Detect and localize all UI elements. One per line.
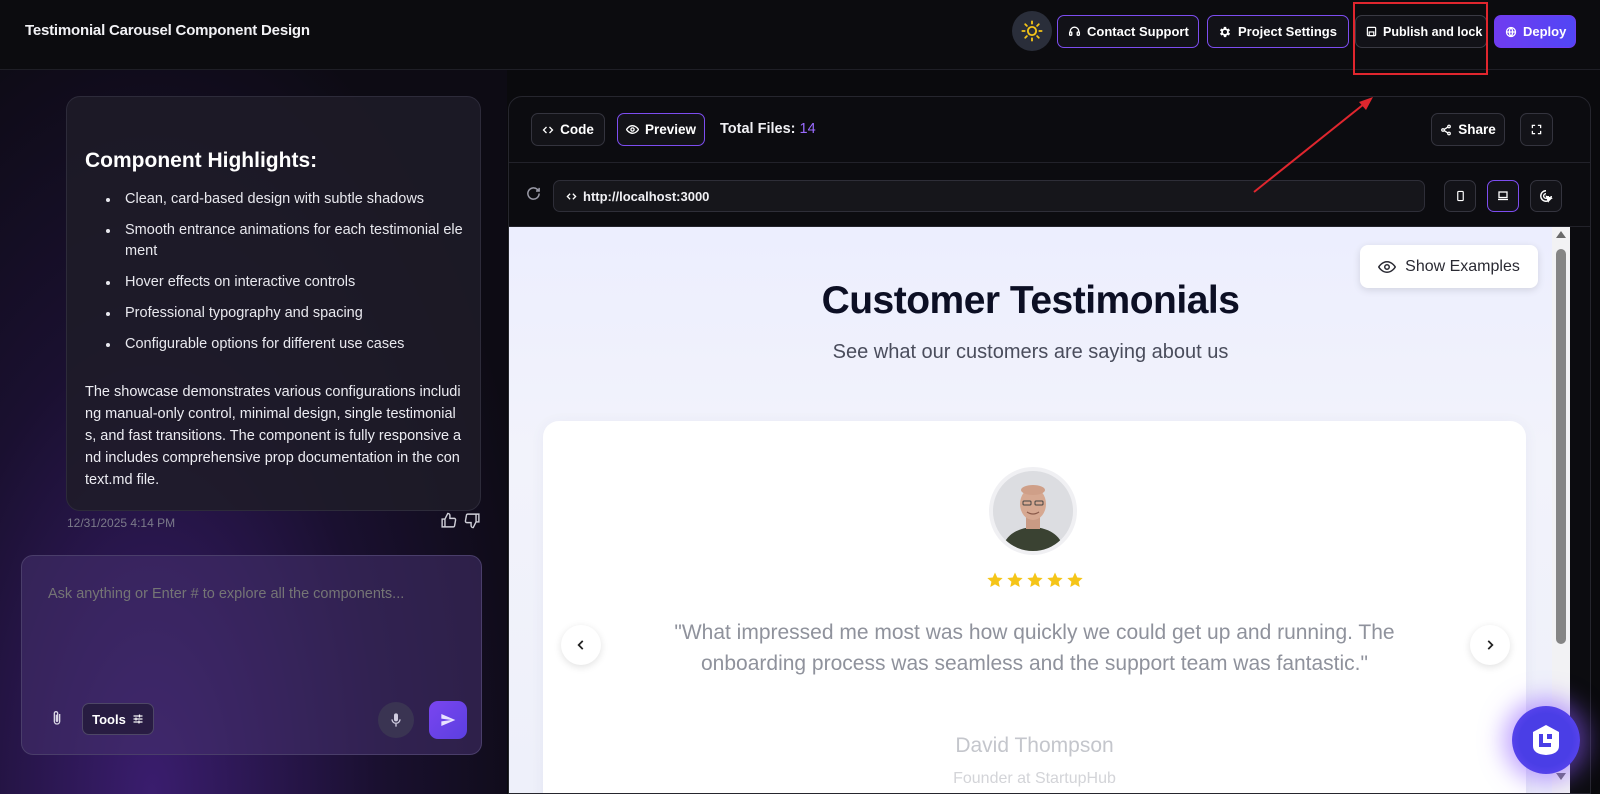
reload-icon[interactable]	[526, 186, 541, 201]
author-name: David Thompson	[955, 734, 1114, 757]
sliders-icon	[133, 714, 143, 724]
preview-tab[interactable]: Preview	[617, 113, 705, 146]
send-button[interactable]	[429, 701, 467, 739]
preview-toolbar: Code Preview Total Files: 14 Share	[509, 97, 1590, 163]
star-icon	[986, 572, 1003, 588]
highlights-list: Clean, card-based design with subtle sha…	[85, 189, 465, 365]
total-files-count: 14	[799, 121, 816, 137]
list-item: Clean, card-based design with subtle sha…	[85, 189, 465, 210]
desktop-view-button[interactable]	[1487, 180, 1519, 212]
list-item: Hover effects on interactive controls	[85, 272, 465, 293]
assistant-message: Component Highlights: Clean, card-based …	[66, 96, 481, 511]
chevron-left-icon	[577, 640, 584, 650]
star-icon	[1006, 572, 1023, 588]
url-bar-row: http://localhost:3000	[509, 163, 1590, 227]
scroll-down-arrow[interactable]	[1556, 773, 1566, 780]
publish-and-lock-label: Publish and lock	[1383, 24, 1483, 39]
star-icon	[1046, 572, 1063, 588]
mobile-view-button[interactable]	[1444, 180, 1476, 212]
assistant-launcher-button[interactable]	[1512, 706, 1580, 774]
chat-panel: Component Highlights: Clean, card-based …	[0, 70, 507, 794]
headset-icon	[1068, 26, 1081, 36]
preview-tab-label: Preview	[644, 122, 697, 137]
eye-icon	[625, 125, 639, 134]
component-highlights-heading: Component Highlights:	[85, 149, 318, 172]
publish-and-lock-button[interactable]: Publish and lock	[1355, 15, 1487, 48]
fullscreen-icon	[1531, 124, 1542, 135]
carousel-prev-button[interactable]	[561, 625, 601, 665]
thumbs-down-icon[interactable]	[464, 512, 481, 529]
microphone-icon	[391, 713, 401, 727]
carousel-next-button[interactable]	[1470, 625, 1510, 665]
tools-label: Tools	[92, 711, 126, 727]
share-button[interactable]: Share	[1431, 113, 1505, 146]
author-role: Founder at StartupHub	[953, 770, 1116, 787]
top-header: Testimonial Carousel Component Design Co…	[0, 0, 1600, 70]
site-preview: Show Examples Customer Testimonials See …	[509, 227, 1552, 793]
list-item: Professional typography and spacing	[85, 303, 465, 324]
code-tab[interactable]: Code	[531, 113, 605, 146]
star-rating	[543, 571, 1526, 589]
cursor-target-icon	[1540, 190, 1553, 203]
code-icon	[542, 126, 554, 133]
deploy-label: Deploy	[1523, 24, 1567, 39]
gear-icon	[1219, 26, 1231, 37]
share-icon	[1441, 124, 1452, 135]
project-settings-label: Project Settings	[1238, 24, 1337, 39]
url-input[interactable]: http://localhost:3000	[553, 180, 1425, 212]
deploy-button[interactable]: Deploy	[1494, 15, 1576, 48]
sun-icon	[1021, 20, 1043, 42]
star-icon	[1066, 572, 1083, 588]
chat-input[interactable]	[48, 586, 448, 602]
message-summary: The showcase demonstrates various config…	[85, 384, 462, 488]
url-text: http://localhost:3000	[583, 188, 710, 204]
testimonial-quote: "What impressed me most was how quickly …	[674, 621, 1395, 675]
list-item: Smooth entrance animations for each test…	[85, 220, 465, 262]
preview-panel: Code Preview Total Files: 14 Share http:…	[508, 96, 1591, 794]
tools-button[interactable]: Tools	[82, 703, 154, 735]
mobile-icon	[1456, 190, 1464, 202]
message-timestamp: 12/31/2025 4:14 PM	[67, 516, 176, 530]
chat-input-box: Tools	[21, 555, 482, 755]
thumbs-up-icon[interactable]	[440, 512, 457, 529]
save-icon	[1366, 26, 1377, 37]
contact-support-button[interactable]: Contact Support	[1057, 15, 1199, 48]
section-subtitle: See what our customers are saying about …	[832, 341, 1229, 363]
scroll-thumb[interactable]	[1556, 249, 1566, 644]
project-settings-button[interactable]: Project Settings	[1207, 15, 1349, 48]
eye-icon	[1378, 260, 1397, 273]
chevron-right-icon	[1487, 640, 1494, 650]
total-files: Total Files: 14	[720, 121, 816, 137]
logo-icon	[1533, 725, 1559, 755]
project-title: Testimonial Carousel Component Design	[25, 22, 310, 39]
show-examples-label: Show Examples	[1405, 257, 1520, 275]
send-icon	[441, 714, 456, 726]
paperclip-icon[interactable]	[49, 708, 65, 728]
code-tab-label: Code	[560, 122, 594, 137]
testimonial-card: "What impressed me most was how quickly …	[543, 421, 1526, 793]
code-icon	[566, 192, 577, 200]
section-title: Customer Testimonials	[821, 279, 1240, 322]
star-icon	[1026, 572, 1043, 588]
avatar	[989, 467, 1077, 555]
laptop-icon	[1498, 191, 1508, 201]
share-label: Share	[1458, 122, 1496, 137]
inspect-button[interactable]	[1530, 180, 1562, 212]
fullscreen-button[interactable]	[1520, 113, 1553, 146]
microphone-button[interactable]	[378, 702, 414, 738]
theme-toggle-button[interactable]	[1012, 11, 1052, 51]
total-files-label: Total Files:	[720, 121, 796, 137]
list-item: Configurable options for different use c…	[85, 334, 465, 355]
scroll-up-arrow[interactable]	[1556, 231, 1566, 238]
globe-icon	[1505, 26, 1517, 37]
contact-support-label: Contact Support	[1087, 24, 1189, 39]
